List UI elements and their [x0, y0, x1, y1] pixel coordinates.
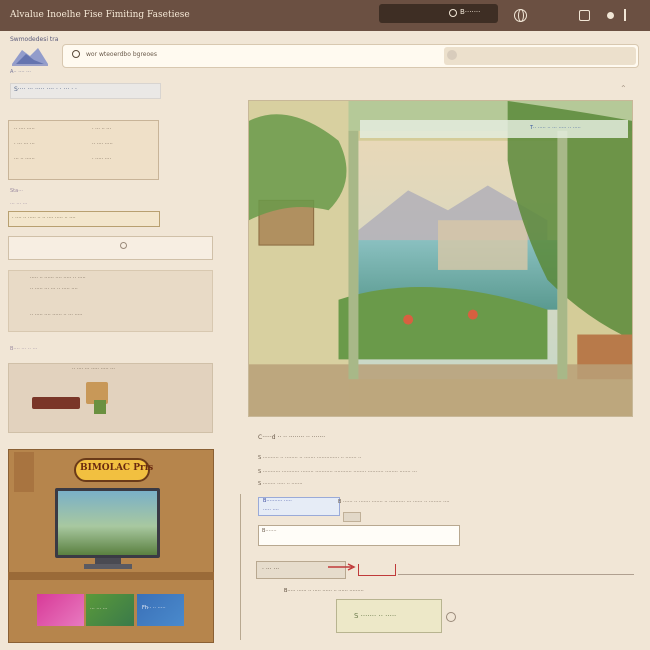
details-line: ·· ····· ··· ··· ·· ····· ····	[30, 286, 78, 292]
section-heading: Sta···	[10, 188, 23, 194]
form-tab-label: B·········· ·····	[263, 498, 292, 504]
content-paragraph: S ········ ····· ·· ·······	[258, 481, 303, 487]
cartridge-label: Fh·· ·· ·····	[142, 605, 166, 611]
section-heading-2: B···· ··· ·· ···	[10, 346, 38, 352]
content-paragraph: S ··········· ··········· ········ ·····…	[258, 469, 417, 475]
summary-left-3: ··· ·· ······	[14, 156, 35, 162]
submit-button-label: S ······· ·· ·····	[354, 612, 397, 620]
search-icon	[72, 50, 80, 58]
menu-icon[interactable]	[624, 9, 626, 21]
content-heading: C·····d ·· ·· ········ ·· ·······	[258, 434, 326, 441]
monitor-screen[interactable]	[58, 491, 157, 555]
small-button[interactable]	[343, 512, 361, 522]
form-tab-sublabel: ····· ····	[263, 507, 279, 513]
status-ring-icon	[449, 9, 457, 17]
game-cartridge-pink[interactable]	[37, 594, 84, 626]
shelf	[8, 572, 214, 580]
search-input[interactable]: wor wteoerdbo bgreoes	[86, 51, 157, 58]
summary-right-3: · ····· ····	[92, 156, 112, 162]
monitor-base	[84, 564, 132, 569]
summary-left-1: ·· ···· ·····	[14, 126, 35, 132]
brand-logo[interactable]	[10, 44, 50, 68]
hero-banner-text: T·· ····· ·· ··· ····· ·· ·····	[530, 125, 581, 131]
brand-caption: Swmodedesi tra	[10, 36, 59, 43]
account-icon[interactable]	[607, 12, 614, 19]
top-pill-label: B·······	[460, 8, 481, 16]
search-go-icon	[447, 50, 457, 60]
highlight-marker	[358, 564, 396, 576]
search-suggest-field[interactable]	[444, 47, 636, 65]
filter-icon	[120, 242, 127, 249]
content-paragraph: S ·········· ·· ········ ·· ······· ····…	[258, 455, 362, 461]
summary-right-1: · ··· ·· ···	[92, 126, 112, 132]
details-line: ····· ·· ······ ···· ····· ·· ·····	[30, 275, 86, 281]
text-input[interactable]	[258, 525, 460, 546]
arrow-right-icon	[328, 563, 356, 571]
info-strip-text: S···· ··· ····· ···· · · ··· · ·	[14, 86, 77, 93]
shelf-back	[14, 452, 34, 492]
form-notice: B····· ······ ·· ····· ······ ·· ······ …	[284, 588, 364, 594]
game-logo-text: BIMOLAC Pris	[80, 463, 154, 473]
cartridge-label: ··· ··· ···	[90, 606, 108, 612]
text-input-value: B·······	[262, 528, 277, 534]
bag-icon[interactable]	[579, 10, 590, 21]
help-icon[interactable]	[446, 612, 456, 622]
hero-banner	[360, 120, 628, 138]
app-title: Alvalue Inoelhe Fise Fimiting Fasetiese	[10, 10, 190, 20]
summary-right-2: ·· ···· ·····	[92, 141, 113, 147]
preview-text: ·· ···· ··· ····· ····· ···	[72, 366, 115, 372]
tag-row-text: · ···· ·· ····· ·· ·· ···· ····· ·· ····	[12, 215, 76, 221]
dropdown-value: · ··· ···	[262, 566, 280, 573]
section-subheading: ··· ··· ···	[10, 201, 28, 207]
preview-shape	[32, 397, 80, 409]
form-caption: B ······ ·· ······· ······· ·· ·········…	[338, 499, 450, 505]
divider	[240, 494, 241, 640]
brand-subtitle: A·· ···· ···	[10, 69, 31, 75]
chevron-icon[interactable]: ⌃	[620, 84, 627, 93]
summary-left-2: · ··· ··· ···	[14, 141, 35, 147]
hero-image[interactable]	[248, 100, 633, 417]
details-line: ·· ····· ···· ······ ·· ··· ·····	[30, 312, 83, 318]
preview-accent	[94, 400, 106, 414]
filter-field[interactable]	[8, 236, 213, 260]
globe-icon[interactable]	[514, 9, 527, 22]
form-divider	[398, 574, 634, 575]
